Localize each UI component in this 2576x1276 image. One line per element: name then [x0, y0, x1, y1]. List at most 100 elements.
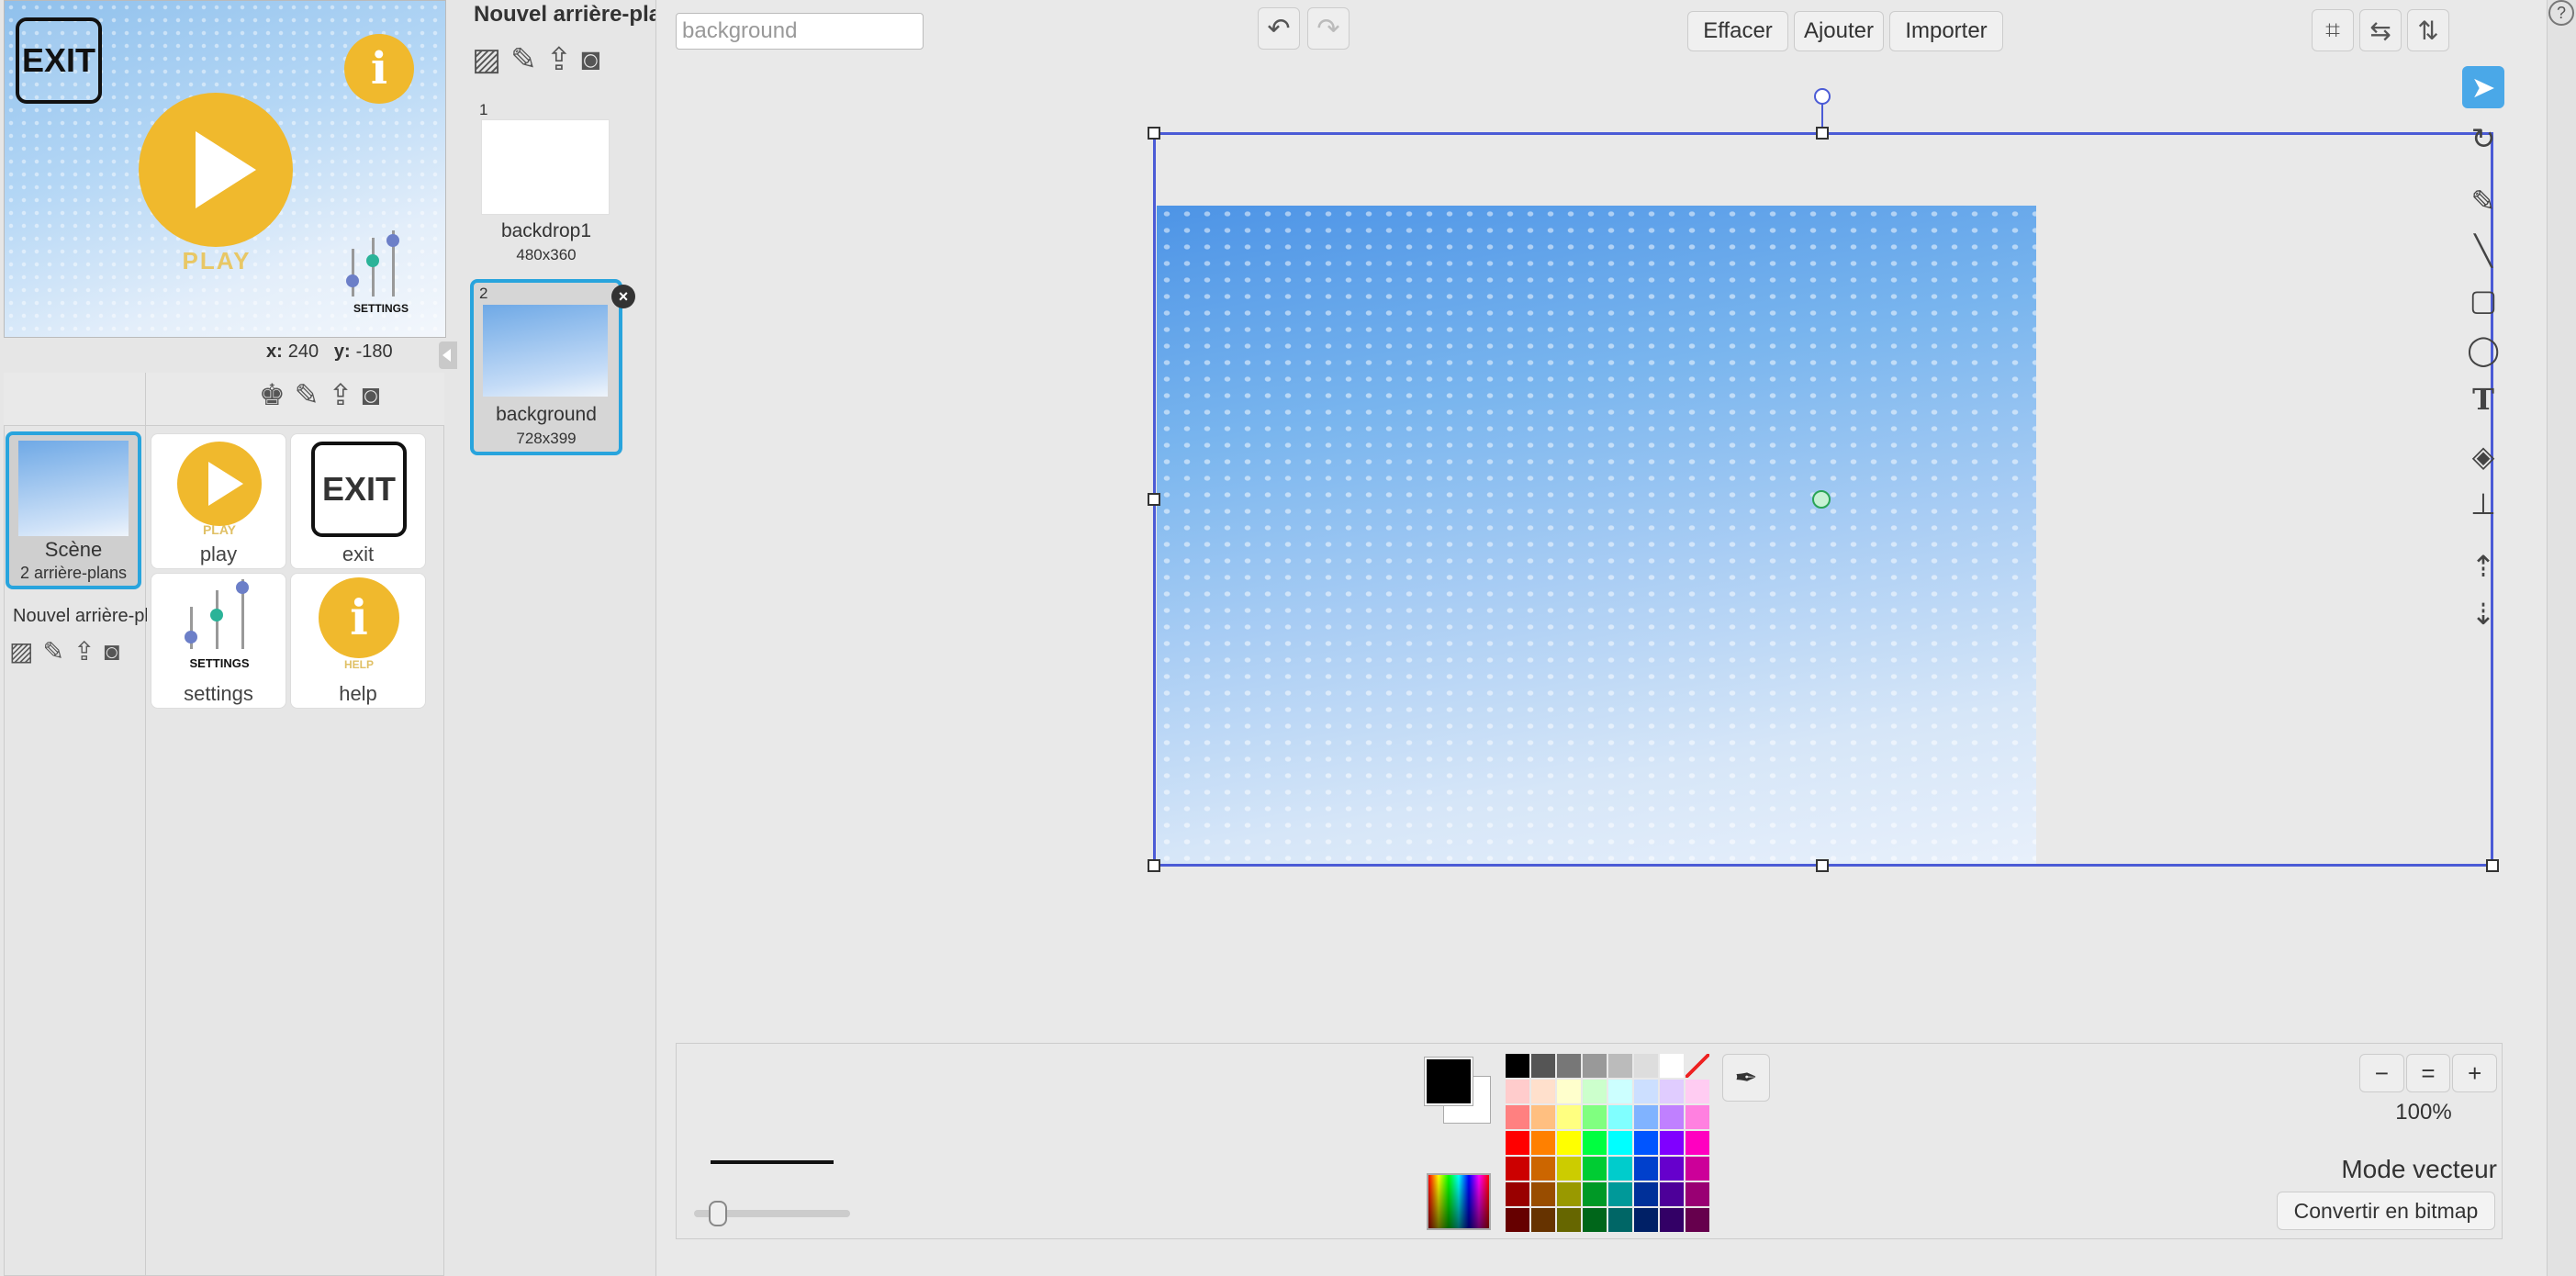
send-backward-icon[interactable]: ⇣	[2462, 593, 2504, 635]
stage-exit-sprite[interactable]: EXIT	[16, 17, 102, 104]
palette-swatch[interactable]	[1531, 1208, 1555, 1232]
palette-swatch[interactable]	[1660, 1131, 1684, 1155]
palette-swatch[interactable]	[1506, 1054, 1529, 1078]
line-tool-icon[interactable]: ╲	[2462, 229, 2504, 272]
ellipse-tool-icon[interactable]: ◯	[2462, 329, 2504, 371]
resize-handle-bottom-right[interactable]	[2486, 859, 2499, 872]
convert-to-bitmap-button[interactable]: Convertir en bitmap	[2277, 1192, 2495, 1230]
sprite-library-icon[interactable]: ♚	[259, 380, 286, 409]
palette-swatch[interactable]	[1557, 1054, 1581, 1078]
palette-swatch[interactable]	[1686, 1157, 1709, 1181]
palette-swatch[interactable]	[1583, 1157, 1607, 1181]
palette-swatch[interactable]	[1608, 1208, 1632, 1232]
undo-icon[interactable]: ↶	[1258, 7, 1300, 50]
paint-sprite-icon[interactable]: ✎	[295, 380, 319, 409]
eyedropper-icon[interactable]: ✒	[1722, 1054, 1770, 1102]
palette-swatch[interactable]	[1608, 1157, 1632, 1181]
palette-swatch[interactable]	[1506, 1208, 1529, 1232]
flip-vertical-icon[interactable]: ⇅	[2407, 9, 2449, 51]
palette-swatch[interactable]	[1583, 1054, 1607, 1078]
pencil-tool-icon[interactable]: ✎	[2462, 180, 2504, 222]
stage-preview[interactable]: EXIT i PLAY SETTINGS	[4, 0, 446, 338]
palette-swatch[interactable]	[1531, 1157, 1555, 1181]
fill-tool-icon[interactable]: ◈	[2462, 435, 2504, 477]
palette-swatch[interactable]	[1660, 1080, 1684, 1103]
collapse-stage-button[interactable]	[439, 341, 457, 369]
resize-handle-top-left[interactable]	[1148, 127, 1160, 140]
reshape-tool-icon[interactable]: ↻	[2462, 118, 2504, 160]
palette-swatch[interactable]	[1660, 1054, 1684, 1078]
palette-swatch[interactable]	[1583, 1182, 1607, 1206]
import-button[interactable]: Importer	[1889, 11, 2003, 51]
palette-swatch[interactable]	[1557, 1208, 1581, 1232]
palette-swatch[interactable]	[1583, 1208, 1607, 1232]
palette-swatch[interactable]	[1531, 1182, 1555, 1206]
palette-swatch[interactable]	[1531, 1054, 1555, 1078]
palette-swatch[interactable]	[1608, 1131, 1632, 1155]
palette-swatch[interactable]	[1506, 1131, 1529, 1155]
camera-sprite-icon[interactable]: ◙	[362, 380, 379, 409]
palette-swatch[interactable]	[1557, 1182, 1581, 1206]
help-icon[interactable]: ?	[2548, 0, 2574, 26]
paint-new-backdrop-icon[interactable]: ✎	[510, 44, 537, 75]
palette-swatch[interactable]	[1634, 1208, 1658, 1232]
palette-swatch[interactable]	[1686, 1182, 1709, 1206]
palette-swatch[interactable]	[1557, 1157, 1581, 1181]
add-button[interactable]: Ajouter	[1794, 11, 1884, 51]
redo-icon[interactable]: ↷	[1307, 7, 1350, 50]
zoom-out-icon[interactable]: −	[2359, 1054, 2404, 1092]
scene-tile[interactable]: Scène 2 arrière-plans	[6, 431, 141, 589]
palette-swatch[interactable]	[1557, 1131, 1581, 1155]
palette-swatch[interactable]	[1686, 1208, 1709, 1232]
palette-swatch[interactable]	[1634, 1080, 1658, 1103]
palette-swatch[interactable]	[1660, 1157, 1684, 1181]
palette-swatch[interactable]	[1686, 1105, 1709, 1129]
rotation-handle[interactable]	[1814, 88, 1831, 105]
stamp-tool-icon[interactable]: ⊥	[2462, 483, 2504, 525]
sprite-tile-help[interactable]: i HELP help	[290, 573, 426, 709]
resize-handle-top[interactable]	[1816, 127, 1829, 140]
palette-swatch[interactable]	[1660, 1105, 1684, 1129]
palette-swatch[interactable]	[1506, 1105, 1529, 1129]
palette-swatch[interactable]	[1506, 1157, 1529, 1181]
palette-swatch[interactable]	[1608, 1182, 1632, 1206]
resize-handle-bottom[interactable]	[1816, 859, 1829, 872]
palette-swatch[interactable]	[1531, 1131, 1555, 1155]
palette-swatch[interactable]	[1608, 1054, 1632, 1078]
stage-settings-sprite[interactable]	[344, 230, 418, 300]
backdrop-thumbnail-2[interactable]	[483, 305, 608, 397]
palette-swatch[interactable]	[1686, 1054, 1709, 1078]
palette-swatch[interactable]	[1608, 1105, 1632, 1129]
clear-button[interactable]: Effacer	[1687, 11, 1788, 51]
palette-swatch[interactable]	[1557, 1080, 1581, 1103]
upload-new-backdrop-icon[interactable]: ⇪	[546, 44, 573, 75]
palette-swatch[interactable]	[1531, 1080, 1555, 1103]
zoom-in-icon[interactable]: +	[2452, 1054, 2498, 1092]
crop-icon[interactable]: ⌗	[2312, 9, 2354, 51]
palette-swatch[interactable]	[1557, 1105, 1581, 1129]
palette-swatch[interactable]	[1686, 1131, 1709, 1155]
palette-swatch[interactable]	[1506, 1080, 1529, 1103]
choose-backdrop-icon[interactable]: ▨	[472, 44, 501, 75]
backdrop-library-icon[interactable]: ▨	[9, 639, 33, 665]
text-tool-icon[interactable]: T	[2462, 378, 2504, 420]
center-handle[interactable]	[1812, 490, 1831, 509]
sprite-tile-exit[interactable]: EXIT exit	[290, 433, 426, 569]
palette-swatch[interactable]	[1634, 1157, 1658, 1181]
costume-name-input[interactable]	[676, 13, 924, 50]
palette-swatch[interactable]	[1660, 1182, 1684, 1206]
palette-swatch[interactable]	[1634, 1131, 1658, 1155]
palette-swatch[interactable]	[1686, 1080, 1709, 1103]
paint-backdrop-icon[interactable]: ✎	[42, 639, 63, 665]
camera-new-backdrop-icon[interactable]: ◙	[581, 44, 600, 75]
rectangle-tool-icon[interactable]: ▢	[2462, 279, 2504, 321]
camera-backdrop-icon[interactable]: ◙	[104, 639, 119, 665]
resize-handle-bottom-left[interactable]	[1148, 859, 1160, 872]
upload-backdrop-icon[interactable]: ⇪	[73, 639, 95, 665]
palette-swatch[interactable]	[1531, 1105, 1555, 1129]
palette-swatch[interactable]	[1608, 1080, 1632, 1103]
sprite-tile-play[interactable]: PLAY play	[151, 433, 286, 569]
palette-swatch[interactable]	[1660, 1208, 1684, 1232]
color-picker-gradient[interactable]	[1427, 1173, 1491, 1230]
palette-swatch[interactable]	[1583, 1131, 1607, 1155]
